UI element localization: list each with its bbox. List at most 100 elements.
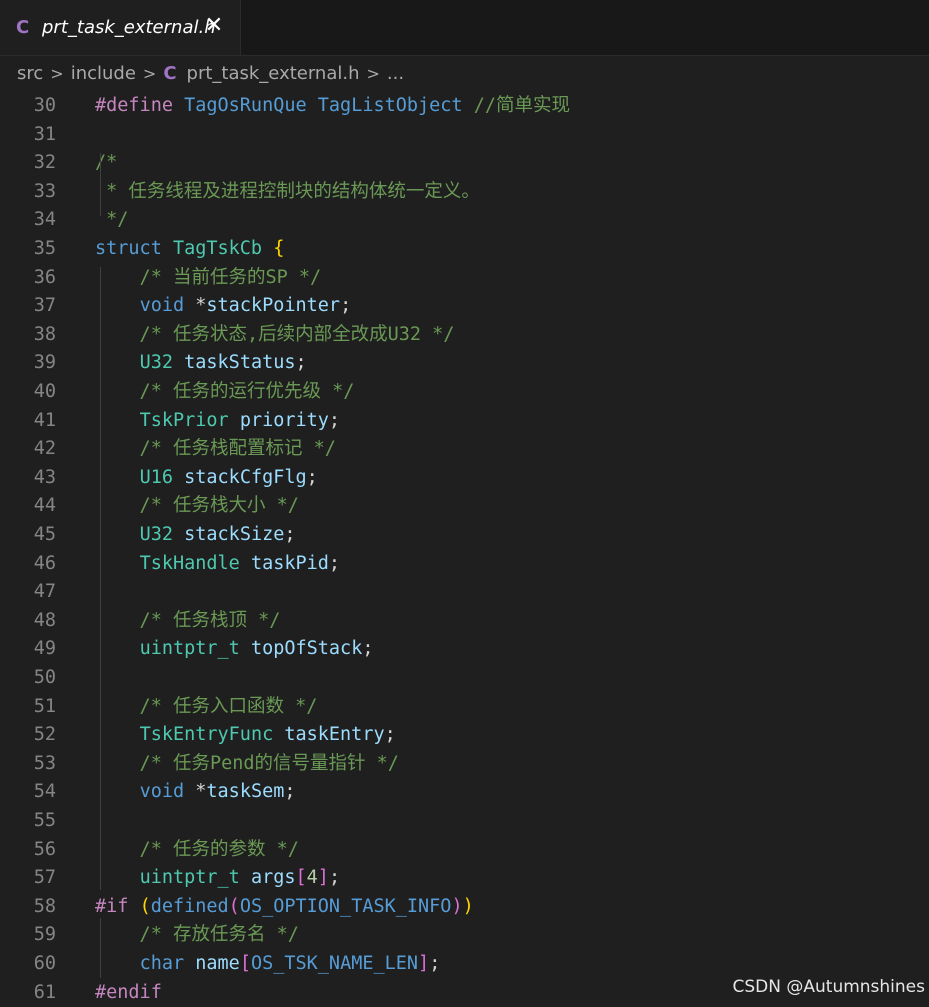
line-number: 54: [33, 781, 56, 803]
code-token: [: [239, 953, 251, 974]
code-token: ): [462, 895, 474, 917]
code-line[interactable]: 58 #if (defined(OS_OPTION_TASK_INFO)): [0, 893, 929, 922]
code-line[interactable]: 46 TskHandle taskPid;: [0, 550, 929, 579]
code-token: defined: [150, 895, 229, 917]
code-text: /* 当前任务的SP */: [95, 264, 322, 293]
breadcrumb-more[interactable]: ...: [387, 63, 404, 84]
code-line[interactable]: 31: [0, 121, 929, 150]
code-line[interactable]: 51 /* 任务入口函数 */: [0, 693, 929, 722]
code-line[interactable]: 55: [0, 807, 929, 836]
code-token: ;: [284, 781, 296, 803]
code-line[interactable]: 42 /* 任务栈配置标记 */: [0, 435, 929, 464]
code-token: TskEntryFunc: [139, 724, 274, 746]
code-line[interactable]: 37 void *stackPointer;: [0, 292, 929, 321]
code-line[interactable]: 30 #define TagOsRunQue TagListObject //简单…: [0, 92, 929, 121]
line-number: 52: [33, 724, 56, 746]
code-token: stackCfgFlg: [184, 466, 307, 488]
code-token: char: [139, 953, 185, 974]
code-token: (: [139, 895, 151, 917]
code-text: /* 任务栈配置标记 */: [95, 435, 336, 464]
code-line[interactable]: 39 U32 taskStatus;: [0, 349, 929, 378]
code-token: /* 任务栈顶 */: [95, 609, 281, 631]
code-line[interactable]: 52 TskEntryFunc taskEntry;: [0, 721, 929, 750]
chevron-right-icon: >: [142, 63, 157, 83]
code-text: * 任务线程及进程控制块的结构体统一定义。: [95, 178, 480, 207]
code-line[interactable]: 38 /* 任务状态,后续内部全改成U32 */: [0, 321, 929, 350]
code-token: struct: [95, 238, 173, 259]
code-line[interactable]: 41 TskPrior priority;: [0, 407, 929, 436]
code-line[interactable]: 60 char name[OS_TSK_NAME_LEN];: [0, 950, 929, 979]
code-text: char name[OS_TSK_NAME_LEN];: [95, 950, 441, 979]
breadcrumb-file[interactable]: prt_task_external.h: [187, 63, 360, 84]
breadcrumb-include[interactable]: include: [71, 63, 136, 84]
c-file-icon: C: [163, 62, 177, 84]
line-number: 42: [33, 438, 56, 460]
code-line[interactable]: 44 /* 任务栈大小 */: [0, 492, 929, 521]
code-line[interactable]: 34 */: [0, 206, 929, 235]
code-token: /* 任务的运行优先级 */: [95, 381, 355, 402]
code-line[interactable]: 54 void *taskSem;: [0, 778, 929, 807]
editor-tab[interactable]: C prt_task_external.h ✕: [0, 0, 241, 55]
breadcrumb-src[interactable]: src: [17, 63, 43, 84]
code-line[interactable]: 40 /* 任务的运行优先级 */: [0, 378, 929, 407]
code-line[interactable]: 32 /*: [0, 149, 929, 178]
line-number: 40: [33, 381, 56, 402]
code-token: TagListObject: [317, 95, 463, 116]
code-line[interactable]: 45 U32 stackSize;: [0, 521, 929, 550]
line-number: 31: [33, 123, 56, 145]
code-token: TagTskCb: [172, 238, 263, 259]
code-token: TskHandle: [139, 552, 240, 574]
code-line[interactable]: 48 /* 任务栈顶 */: [0, 607, 929, 636]
code-token: ;: [384, 724, 396, 746]
code-text: U16 stackCfgFlg;: [95, 464, 318, 493]
indent-guide: [100, 267, 101, 890]
code-token: *: [184, 295, 207, 317]
code-line[interactable]: 35 struct TagTskCb {: [0, 235, 929, 264]
code-token: taskSem: [206, 781, 285, 803]
code-token: name: [195, 953, 240, 974]
line-number: 36: [33, 266, 56, 288]
code-token: ;: [306, 466, 318, 488]
code-token: /* 任务状态,后续内部全改成U32 */: [95, 323, 455, 345]
code-line[interactable]: 43 U16 stackCfgFlg;: [0, 464, 929, 493]
code-token: U32: [139, 352, 173, 374]
code-token: taskPid: [250, 552, 329, 574]
code-line[interactable]: 56 /* 任务的参数 */: [0, 836, 929, 865]
code-line[interactable]: 36 /* 当前任务的SP */: [0, 264, 929, 293]
code-token: U16: [139, 466, 173, 488]
code-token: topOfStack: [250, 638, 363, 660]
code-line[interactable]: 47: [0, 578, 929, 607]
line-number: 50: [33, 667, 56, 688]
line-number: 57: [33, 867, 56, 889]
line-number: 44: [33, 495, 56, 517]
code-text: void *taskSem;: [95, 778, 296, 807]
line-number: 45: [33, 524, 56, 545]
code-token: OS_TSK_NAME_LEN: [250, 953, 419, 974]
code-text: #if (defined(OS_OPTION_TASK_INFO)): [95, 893, 474, 922]
code-line[interactable]: 33 * 任务线程及进程控制块的结构体统一定义。: [0, 178, 929, 207]
code-token: 4: [306, 867, 318, 889]
line-number: 46: [33, 552, 56, 574]
code-line[interactable]: 53 /* 任务Pend的信号量指针 */: [0, 750, 929, 779]
indent-guide: [100, 918, 101, 978]
code-token: ]: [418, 953, 430, 974]
close-icon[interactable]: ✕: [202, 14, 226, 38]
code-line[interactable]: 57 uintptr_t args[4];: [0, 864, 929, 893]
code-line[interactable]: 59 /* 存放任务名 */: [0, 921, 929, 950]
code-text: TskHandle taskPid;: [95, 550, 341, 579]
code-token: /* 任务栈大小 */: [95, 495, 299, 517]
code-line[interactable]: 49 uintptr_t topOfStack;: [0, 635, 929, 664]
code-line[interactable]: 50: [0, 664, 929, 693]
code-token: /* 任务入口函数 */: [95, 695, 318, 717]
tab-title[interactable]: prt_task_external.h: [42, 17, 216, 38]
code-editor[interactable]: 30 #define TagOsRunQue TagListObject //简单…: [0, 91, 929, 1003]
indent-guide: [100, 153, 101, 216]
